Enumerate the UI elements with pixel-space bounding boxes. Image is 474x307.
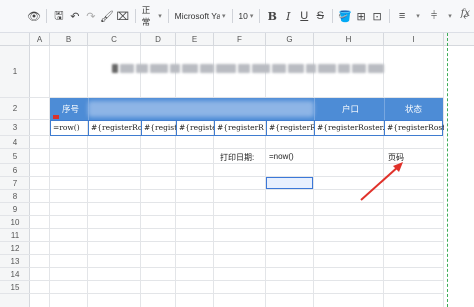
column-header-i[interactable]: I (384, 33, 444, 46)
template-data-row: =row()#{registerRos#{regist#{register#{r… (50, 120, 444, 136)
strikethrough-icon[interactable]: S (312, 6, 328, 26)
row-header-bar: 1 2 3 4 5 6 7 8 9 10 11 12 13 14 15 (0, 46, 30, 307)
borders-icon[interactable]: ⊞ (353, 6, 369, 26)
template-cell[interactable]: =row() (51, 121, 89, 135)
column-header-c[interactable]: C (88, 33, 141, 46)
italic-icon[interactable]: I (280, 6, 296, 26)
cell-comment-marker (53, 115, 59, 119)
header-status[interactable]: 状态 (405, 98, 422, 120)
row-header-7[interactable]: 7 (0, 177, 30, 190)
save-icon[interactable]: 🖫 (51, 6, 67, 26)
selected-cell[interactable] (266, 177, 313, 189)
column-header-h[interactable]: H (314, 33, 384, 46)
toolbar-divider (46, 9, 47, 23)
underline-icon[interactable]: U (296, 6, 312, 26)
font-size-select[interactable]: 10 ▾ (236, 7, 255, 25)
row-header-2[interactable]: 2 (0, 98, 30, 120)
header-hukou[interactable]: 户口 (342, 98, 359, 120)
row-header-14[interactable]: 14 (0, 268, 30, 281)
merge-cells-icon[interactable]: ⊡ (369, 6, 385, 26)
formula-fx-icon[interactable]: fx (461, 8, 470, 19)
grid-row-line (30, 241, 444, 242)
toolbar-divider (134, 9, 136, 23)
preview-eye-icon[interactable]: 👁 (26, 6, 42, 26)
column-header-g[interactable]: G (266, 33, 314, 46)
column-header-bar: ABCDEFGHI (0, 33, 474, 46)
arrow-shaft (360, 165, 400, 201)
template-cell[interactable]: #{registerR (267, 121, 315, 135)
template-cell[interactable]: #{registerRoster. (315, 121, 385, 135)
chevron-down-icon[interactable]: ▾ (410, 6, 426, 26)
toolbar-divider (167, 9, 169, 23)
print-date-formula[interactable]: =now() (269, 152, 294, 161)
style-select-value: 正常 (141, 5, 151, 27)
print-date-label[interactable]: 打印日期: (220, 152, 254, 163)
column-header-e[interactable]: E (176, 33, 214, 46)
chevron-down-icon: ▾ (158, 13, 162, 20)
chevron-down-icon: ▾ (221, 13, 226, 20)
grid-row-line (30, 254, 444, 255)
grid-row-line (30, 215, 444, 216)
grid-row-line (30, 267, 444, 268)
row-header-5[interactable]: 5 (0, 149, 30, 164)
spreadsheet-window: 👁 🖫 ↶ ↷ 🖌 ⌧ 正常▾ Microsoft YaHei▾ 10▾ B I… (0, 0, 474, 307)
header-divider (384, 98, 385, 120)
toolbar: 👁 🖫 ↶ ↷ 🖌 ⌧ 正常▾ Microsoft YaHei▾ 10▾ B I… (0, 0, 474, 33)
row-header-3[interactable]: 3 (0, 120, 30, 136)
column-header-d[interactable]: D (141, 33, 176, 46)
font-select[interactable]: Microsoft YaHei▾ (173, 7, 228, 25)
row-header-15[interactable]: 15 (0, 281, 30, 294)
chevron-down-icon: ▾ (249, 13, 254, 20)
toolbar-divider (231, 9, 233, 23)
template-cell[interactable]: #{register (177, 121, 215, 135)
vertical-align-icon[interactable]: ⫩ (426, 6, 442, 26)
format-painter-icon[interactable]: 🖌 (99, 6, 115, 26)
report-title-redacted (112, 61, 390, 75)
align-left-icon[interactable]: ≡ (394, 6, 410, 26)
row-header-12[interactable]: 12 (0, 242, 30, 255)
toolbar-divider (332, 9, 334, 23)
row-header-1[interactable]: 1 (0, 46, 30, 98)
header-divider (314, 98, 315, 120)
row-header-9[interactable]: 9 (0, 203, 30, 216)
toolbar-divider (389, 9, 391, 23)
grid-row-line (30, 293, 444, 294)
template-cell[interactable]: #{registerR (215, 121, 267, 135)
row-header-11[interactable]: 11 (0, 229, 30, 242)
page-break-line (447, 33, 448, 307)
fill-color-icon[interactable]: 🪣 (337, 6, 353, 26)
column-header-a[interactable]: A (30, 33, 50, 46)
row-header-8[interactable]: 8 (0, 190, 30, 203)
grid-row-line (30, 228, 444, 229)
toolbar-divider (259, 9, 261, 23)
clear-format-icon[interactable]: ⌧ (115, 6, 131, 26)
font-select-value: Microsoft YaHei (174, 11, 220, 21)
corner-cell[interactable] (0, 33, 30, 46)
grid-row-line (30, 280, 444, 281)
column-header-b[interactable]: B (50, 33, 88, 46)
bold-icon[interactable]: B (264, 6, 280, 26)
grid-row-line (30, 148, 444, 149)
row-header-13[interactable]: 13 (0, 255, 30, 268)
redo-icon[interactable]: ↷ (83, 6, 99, 26)
header-seq[interactable]: 序号 (62, 98, 79, 120)
chevron-down-icon[interactable]: ▾ (442, 6, 458, 26)
row-header-6[interactable]: 6 (0, 164, 30, 177)
red-arrow-annotation (360, 162, 403, 201)
row-header-4[interactable]: 4 (0, 136, 30, 149)
undo-icon[interactable]: ↶ (67, 6, 83, 26)
font-size-value: 10 (238, 11, 248, 21)
row-header-10[interactable]: 10 (0, 216, 30, 229)
template-cell[interactable]: #{regist (142, 121, 177, 135)
column-header-f[interactable]: F (214, 33, 266, 46)
template-cell[interactable]: #{registerRos (89, 121, 142, 135)
header-columns-redacted (88, 101, 314, 117)
template-cell[interactable]: #{registerRost (385, 121, 444, 135)
style-select[interactable]: 正常 ▾ (140, 5, 164, 27)
